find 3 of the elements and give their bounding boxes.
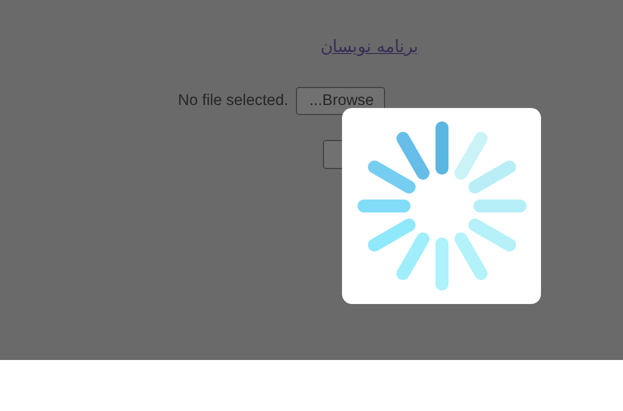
site-link[interactable]: برنامه نویسان (320, 36, 418, 57)
file-status: No file selected. (178, 92, 288, 110)
spinner-icon (356, 121, 526, 291)
